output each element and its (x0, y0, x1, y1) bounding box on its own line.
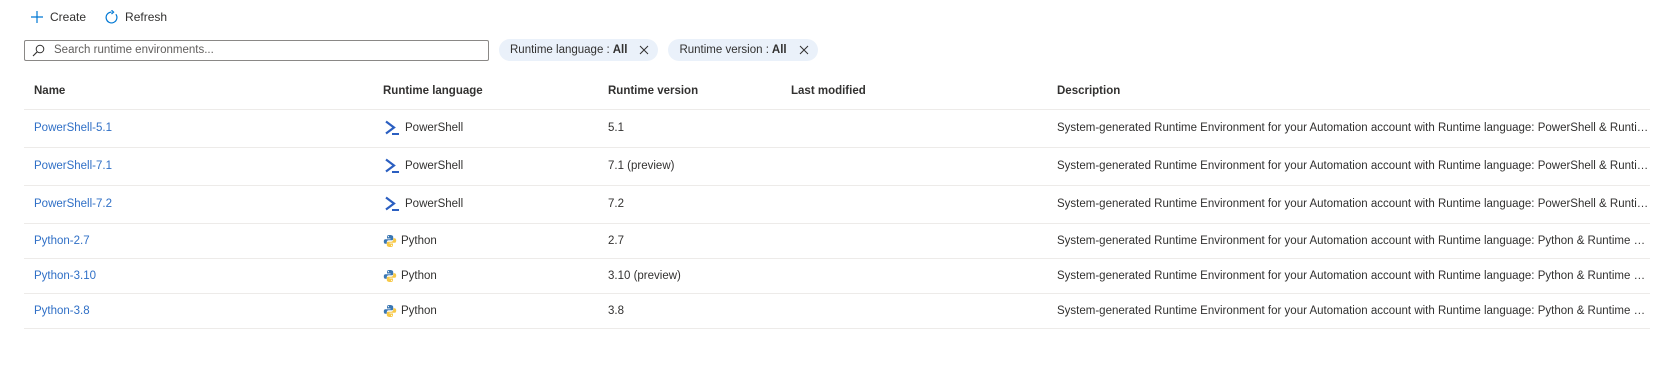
remove-filter-button[interactable] (639, 45, 649, 55)
language-cell: PowerShell (373, 147, 598, 186)
language-cell: PowerShell (373, 185, 598, 224)
filter-pill-runtime-version[interactable]: Runtime version : All (668, 39, 818, 61)
filter-pill-runtime-language[interactable]: Runtime language : All (499, 39, 659, 61)
language-label: Python (401, 269, 437, 282)
create-button[interactable]: Create (26, 8, 90, 26)
version-cell: 5.1 (598, 109, 781, 148)
plus-icon (31, 11, 43, 23)
create-label: Create (50, 10, 87, 24)
filter-name: Runtime language : (510, 44, 610, 56)
powershell-icon (385, 158, 399, 173)
description-cell: System-generated Runtime Environment for… (1047, 185, 1650, 224)
filter-value: All (612, 44, 628, 56)
runtime-link[interactable]: Python-3.10 (34, 270, 96, 282)
version-cell: 3.10 (preview) (598, 258, 781, 294)
python-icon (383, 234, 397, 247)
language-cell: PowerShell (373, 109, 598, 148)
filter-bar: Runtime language : All Runtime version :… (24, 39, 818, 61)
column-header-name[interactable]: Name (24, 74, 373, 110)
table-row[interactable]: PowerShell-7.2 PowerShell 7.2 System-gen… (24, 185, 1650, 224)
name-cell: PowerShell-7.2 (24, 185, 373, 224)
last-modified-cell (781, 223, 1047, 259)
close-icon (640, 45, 649, 55)
language-cell: Python (373, 258, 598, 294)
remove-filter-button[interactable] (799, 45, 809, 55)
language-label: Python (401, 234, 437, 247)
runtime-environments-table: Name Runtime language Runtime version La… (24, 74, 1650, 329)
version-cell: 7.2 (598, 185, 781, 224)
table-row[interactable]: Python-3.8 Python 3.8 System-generated R… (24, 293, 1650, 329)
description-cell: System-generated Runtime Environment for… (1047, 109, 1650, 148)
language-cell: Python (373, 223, 598, 259)
search-box[interactable] (24, 39, 489, 61)
last-modified-cell (781, 147, 1047, 186)
column-header-last-modified[interactable]: Last modified (781, 74, 1047, 110)
search-icon (32, 44, 45, 56)
name-cell: Python-3.10 (24, 258, 373, 294)
column-header-runtime-version[interactable]: Runtime version (598, 74, 781, 110)
last-modified-cell (781, 109, 1047, 148)
command-bar: Create Refresh (26, 6, 171, 28)
name-cell: PowerShell-5.1 (24, 109, 373, 148)
refresh-icon (105, 9, 118, 23)
last-modified-cell (781, 185, 1047, 224)
search-input[interactable] (54, 44, 488, 56)
python-icon (383, 304, 397, 317)
refresh-label: Refresh (125, 10, 168, 24)
language-label: PowerShell (405, 198, 464, 210)
table-row[interactable]: PowerShell-5.1 PowerShell 5.1 System-gen… (24, 109, 1650, 148)
powershell-icon (385, 120, 399, 135)
column-header-description[interactable]: Description (1047, 74, 1650, 110)
version-cell: 2.7 (598, 223, 781, 259)
powershell-icon (385, 196, 399, 211)
table-row[interactable]: Python-2.7 Python 2.7 System-generated R… (24, 223, 1650, 259)
last-modified-cell (781, 293, 1047, 329)
version-cell: 7.1 (preview) (598, 147, 781, 186)
runtime-link[interactable]: Python-3.8 (34, 305, 90, 317)
version-cell: 3.8 (598, 293, 781, 329)
language-label: PowerShell (405, 122, 464, 134)
last-modified-cell (781, 258, 1047, 294)
python-icon (383, 269, 397, 282)
name-cell: Python-2.7 (24, 223, 373, 259)
runtime-link[interactable]: PowerShell-7.1 (34, 160, 112, 172)
language-cell: Python (373, 293, 598, 329)
table-row[interactable]: PowerShell-7.1 PowerShell 7.1 (preview) … (24, 147, 1650, 186)
filter-name: Runtime version : (679, 44, 769, 56)
description-cell: System-generated Runtime Environment for… (1047, 147, 1650, 186)
refresh-button[interactable]: Refresh (100, 8, 171, 27)
description-cell: System-generated Runtime Environment for… (1047, 293, 1650, 329)
description-cell: System-generated Runtime Environment for… (1047, 258, 1650, 294)
runtime-link[interactable]: PowerShell-7.2 (34, 198, 112, 210)
language-label: Python (401, 304, 437, 317)
column-header-runtime-language[interactable]: Runtime language (373, 74, 598, 110)
close-icon (799, 45, 808, 55)
name-cell: PowerShell-7.1 (24, 147, 373, 186)
runtime-link[interactable]: Python-2.7 (34, 235, 90, 247)
table-header-row: Name Runtime language Runtime version La… (24, 74, 1650, 110)
language-label: PowerShell (405, 160, 464, 172)
description-cell: System-generated Runtime Environment for… (1047, 223, 1650, 259)
name-cell: Python-3.8 (24, 293, 373, 329)
filter-value: All (771, 44, 787, 56)
runtime-link[interactable]: PowerShell-5.1 (34, 122, 112, 134)
table-row[interactable]: Python-3.10 Python 3.10 (preview) System… (24, 258, 1650, 294)
